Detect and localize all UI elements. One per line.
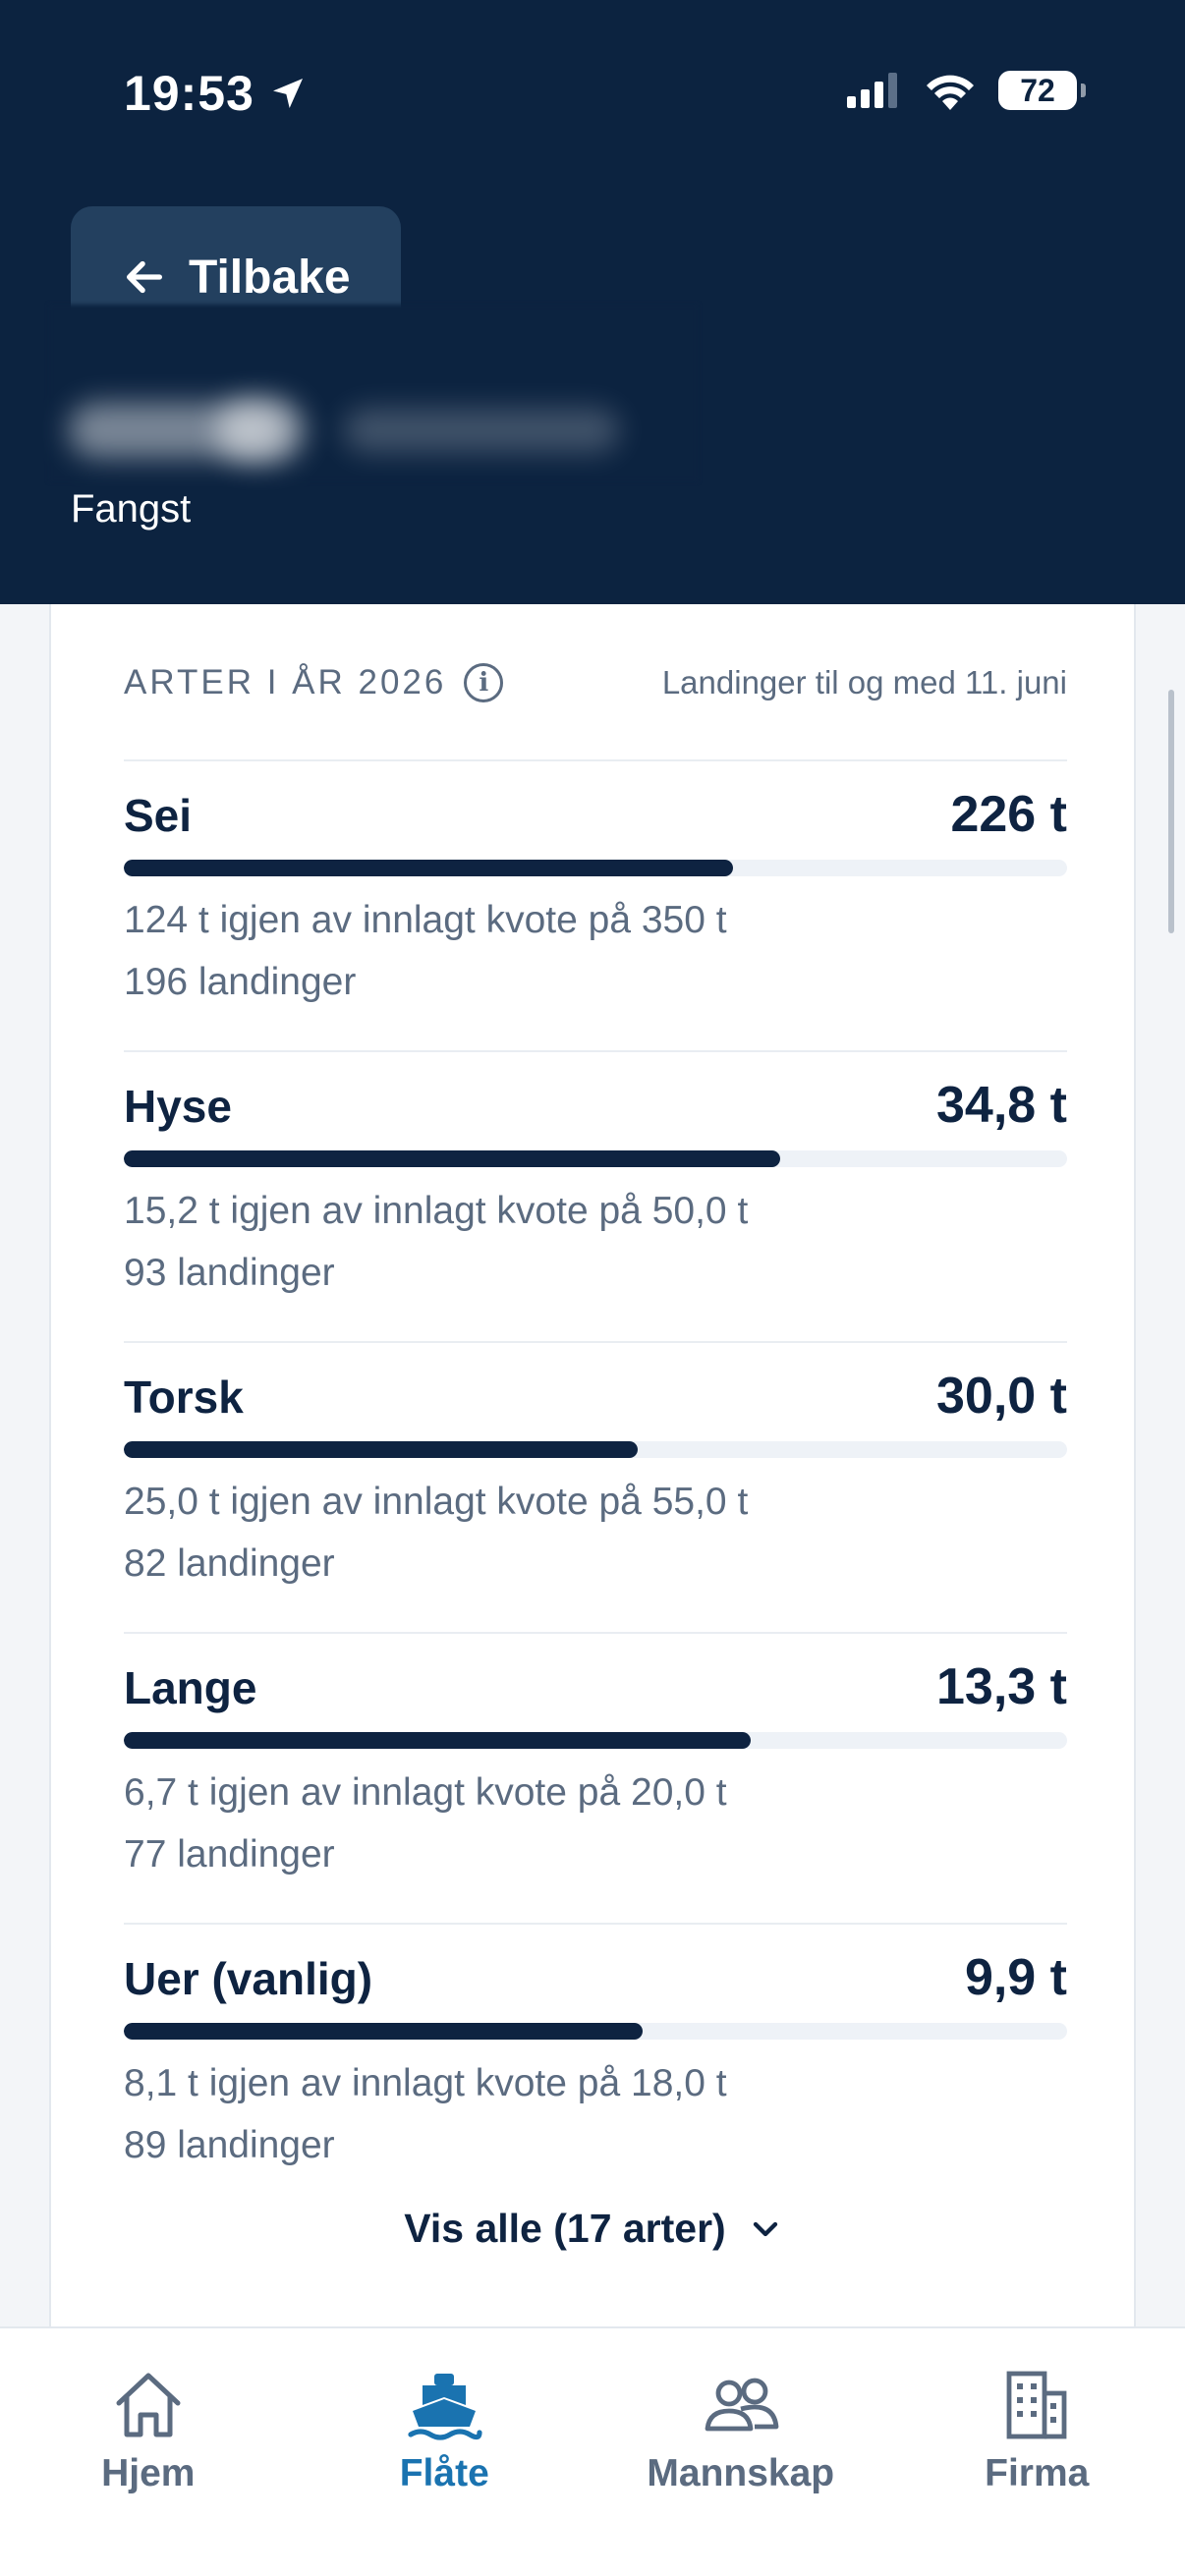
landings-date-note: Landinger til og med 11. juni [661, 664, 1067, 700]
species-item[interactable]: Torsk 30,0 t 25,0 t igjen av innlagt kvo… [124, 1341, 1067, 1632]
show-all-label: Vis alle (17 arter) [404, 2206, 726, 2251]
tab-label: Hjem [101, 2452, 196, 2494]
species-landings: 196 landinger [124, 961, 357, 1003]
tab-hjem[interactable]: Hjem [0, 2328, 297, 2576]
species-name: Hyse [124, 1081, 232, 1132]
species-amount: 34,8 t [936, 1077, 1067, 1134]
tab-flate[interactable]: Flåte [297, 2328, 593, 2576]
section-header: ARTER I ÅR 2026 i Landinger til og med 1… [124, 663, 1067, 702]
cellular-signal-icon [847, 73, 897, 108]
species-landings: 82 landinger [124, 1542, 335, 1585]
species-card: ARTER I ÅR 2026 i Landinger til og med 1… [49, 604, 1136, 2328]
quota-progress-fill [124, 860, 734, 876]
quota-progress-bar [124, 1732, 1067, 1749]
species-amount: 13,3 t [936, 1658, 1067, 1715]
species-item[interactable]: Hyse 34,8 t 15,2 t igjen av innlagt kvot… [124, 1050, 1067, 1341]
building-icon [1006, 2371, 1067, 2439]
status-time: 19:53 [124, 65, 308, 122]
quota-progress-bar [124, 2023, 1067, 2040]
wifi-icon [927, 75, 974, 110]
quota-progress-bar [124, 1150, 1067, 1167]
page-subtitle: Fangst [71, 487, 192, 531]
species-name: Torsk [124, 1372, 244, 1423]
tab-bar: Hjem Flåte Mannskap Firma [0, 2326, 1185, 2576]
section-title-text: ARTER I ÅR 2026 [124, 663, 447, 701]
species-amount: 30,0 t [936, 1368, 1067, 1425]
section-title: ARTER I ÅR 2026 i [124, 663, 504, 702]
quota-progress-fill [124, 1732, 752, 1749]
scrollbar[interactable] [1168, 690, 1174, 933]
quota-progress-fill [124, 2023, 643, 2040]
species-quota-text: 15,2 t igjen av innlagt kvote på 50,0 t [124, 1190, 749, 1232]
vessel-name-redacted [49, 305, 698, 481]
people-icon [705, 2378, 779, 2432]
species-landings: 89 landinger [124, 2124, 335, 2166]
header: 19:53 72 Tilbake Fangst [0, 0, 1185, 604]
species-name: Sei [124, 790, 193, 841]
tab-label: Firma [985, 2452, 1090, 2494]
species-landings: 77 landinger [124, 1833, 335, 1876]
tab-firma[interactable]: Firma [889, 2328, 1185, 2576]
info-icon[interactable]: i [464, 663, 504, 702]
tab-mannskap[interactable]: Mannskap [592, 2328, 889, 2576]
show-all-button[interactable]: Vis alle (17 arter) [51, 2206, 1138, 2252]
quota-progress-bar [124, 860, 1067, 876]
tab-label: Mannskap [647, 2452, 835, 2494]
species-quota-text: 25,0 t igjen av innlagt kvote på 55,0 t [124, 1481, 749, 1523]
arrow-left-icon [126, 260, 163, 294]
species-item[interactable]: Lange 13,3 t 6,7 t igjen av innlagt kvot… [124, 1632, 1067, 1923]
species-quota-text: 8,1 t igjen av innlagt kvote på 18,0 t [124, 2062, 727, 2104]
chevron-down-icon [753, 2221, 777, 2236]
species-list: Sei 226 t 124 t igjen av innlagt kvote p… [124, 759, 1067, 2213]
home-icon [116, 2373, 181, 2437]
species-name: Uer (vanlig) [124, 1953, 373, 2004]
ship-icon [408, 2374, 482, 2440]
back-label: Tilbake [189, 251, 351, 304]
species-amount: 9,9 t [964, 1949, 1067, 2006]
quota-progress-fill [124, 1441, 639, 1458]
quota-progress-bar [124, 1441, 1067, 1458]
species-amount: 226 t [950, 786, 1067, 843]
battery-level: 72 [1020, 72, 1055, 108]
species-quota-text: 6,7 t igjen av innlagt kvote på 20,0 t [124, 1771, 727, 1814]
status-icons: 72 [847, 71, 1086, 110]
quota-progress-fill [124, 1150, 781, 1167]
species-item[interactable]: Uer (vanlig) 9,9 t 8,1 t igjen av innlag… [124, 1923, 1067, 2213]
battery-icon: 72 [998, 71, 1086, 110]
species-item[interactable]: Sei 226 t 124 t igjen av innlagt kvote p… [124, 759, 1067, 1050]
species-landings: 93 landinger [124, 1252, 335, 1294]
tab-label: Flåte [399, 2452, 489, 2494]
location-arrow-icon [272, 79, 303, 108]
species-quota-text: 124 t igjen av innlagt kvote på 350 t [124, 899, 727, 941]
species-name: Lange [124, 1662, 257, 1713]
